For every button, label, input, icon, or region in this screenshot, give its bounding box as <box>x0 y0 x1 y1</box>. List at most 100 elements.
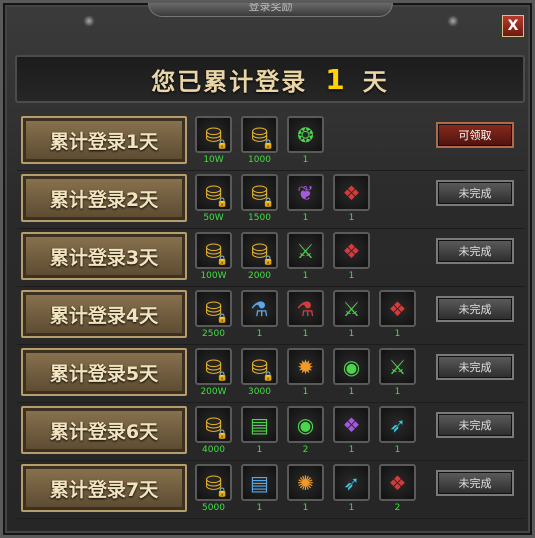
item-quantity: 3000 <box>248 387 271 397</box>
green-ticket-icon: ▤ <box>241 406 278 443</box>
reward-item[interactable]: ❦ 1 <box>287 174 324 224</box>
reward-items: ⛁ 🔒 10W ⛁ 🔒 1000 ❂ 1 <box>195 116 324 166</box>
reward-item[interactable]: ❂ 1 <box>287 116 324 166</box>
item-quantity: 10W <box>203 155 224 165</box>
day-label-plate: 累计登录5天 <box>21 348 187 396</box>
item-quantity: 1 <box>348 503 355 513</box>
green-sword-icon: ⚔ <box>287 232 324 269</box>
login-reward-window: 登录奖励 X 您已累计登录 1 天 累计登录1天 ⛁ 🔒 10W ⛁ 🔒 1000 ❂ 1 可领取… <box>0 0 535 538</box>
wings-icon: ❦ <box>287 174 324 211</box>
gold-ingot-icon: ⛁ 🔒 <box>195 406 232 443</box>
lock-icon: 🔒 <box>262 198 274 208</box>
reward-item[interactable]: ⛁ 🔒 5000 <box>195 464 232 514</box>
reward-item[interactable]: ❖ 1 <box>333 174 370 224</box>
reward-item[interactable]: ➶ 1 <box>379 406 416 456</box>
day-label: 累计登录4天 <box>49 304 159 327</box>
reward-item[interactable]: ❖ 1 <box>333 232 370 282</box>
item-quantity: 1 <box>256 445 263 455</box>
reward-row: 累计登录5天 ⛁ 🔒 200W ⛁ 🔒 3000 ✹ 1 ◉ 1 ⚔ 1 未完成 <box>17 345 525 403</box>
reward-item[interactable]: ◉ 1 <box>333 348 370 398</box>
rivet-icon <box>83 15 95 27</box>
reward-item[interactable]: ⛁ 🔒 200W <box>195 348 232 398</box>
reward-item[interactable]: ◉ 2 <box>287 406 324 456</box>
reward-row: 累计登录3天 ⛁ 🔒 100W ⛁ 🔒 2000 ⚔ 1 ❖ 1 未完成 <box>17 229 525 287</box>
incomplete-button[interactable]: 未完成 <box>436 412 514 438</box>
reward-item[interactable]: ▤ 1 <box>241 464 278 514</box>
item-quantity: 1 <box>302 387 309 397</box>
lock-icon: 🔒 <box>216 256 228 266</box>
reward-items: ⛁ 🔒 50W ⛁ 🔒 1500 ❦ 1 ❖ 1 <box>195 174 370 224</box>
incomplete-button[interactable]: 未完成 <box>436 180 514 206</box>
item-quantity: 2000 <box>248 271 271 281</box>
reward-item[interactable]: ⚔ 1 <box>379 348 416 398</box>
item-quantity: 1 <box>394 387 401 397</box>
item-quantity: 1 <box>302 271 309 281</box>
header-days-count: 1 <box>325 62 345 96</box>
reward-item[interactable]: ⛁ 🔒 2000 <box>241 232 278 282</box>
day-label: 累计登录3天 <box>49 246 159 269</box>
reward-item[interactable]: ❖ 2 <box>379 464 416 514</box>
window-title: 登录奖励 <box>148 3 393 17</box>
reward-item[interactable]: ⛁ 🔒 10W <box>195 116 232 166</box>
reward-item[interactable]: ✺ 1 <box>287 464 324 514</box>
day-label-plate: 累计登录4天 <box>21 290 187 338</box>
red-gem-icon: ❖ <box>333 232 370 269</box>
reward-items: ⛁ 🔒 2500 ⚗ 1 ⚗ 1 ⚔ 1 ❖ 1 <box>195 290 416 340</box>
gold-ingot-icon: ⛁ 🔒 <box>195 464 232 501</box>
gold-ingot-icon: ⛁ 🔒 <box>241 232 278 269</box>
red-gem-icon: ❖ <box>379 290 416 327</box>
reward-item[interactable]: ✹ 1 <box>287 348 324 398</box>
reward-item[interactable]: ⛁ 🔒 2500 <box>195 290 232 340</box>
gold-ingot-icon: ⛁ 🔒 <box>195 348 232 385</box>
reward-item[interactable]: ⛁ 🔒 1000 <box>241 116 278 166</box>
lock-icon: 🔒 <box>262 256 274 266</box>
item-quantity: 5000 <box>202 503 225 513</box>
close-button[interactable]: X <box>502 15 524 37</box>
day-label-plate: 累计登录3天 <box>21 232 187 280</box>
item-quantity: 1500 <box>248 213 271 223</box>
gold-ingot-icon: ⛁ 🔒 <box>195 174 232 211</box>
lock-icon: 🔒 <box>216 198 228 208</box>
lock-icon: 🔒 <box>216 488 228 498</box>
gold-ingot-icon: ⛁ 🔒 <box>195 290 232 327</box>
item-quantity: 200W <box>200 387 227 397</box>
gold-ingot-icon: ⛁ 🔒 <box>241 116 278 153</box>
day-label: 累计登录1天 <box>49 130 159 153</box>
item-quantity: 2 <box>302 445 309 455</box>
day-label: 累计登录6天 <box>49 420 159 443</box>
reward-item[interactable]: ❖ 1 <box>379 290 416 340</box>
incomplete-button[interactable]: 未完成 <box>436 296 514 322</box>
cyan-feather-icon: ➶ <box>333 464 370 501</box>
item-quantity: 1 <box>302 503 309 513</box>
day-label: 累计登录5天 <box>49 362 159 385</box>
reward-item[interactable]: ➶ 1 <box>333 464 370 514</box>
reward-item[interactable]: ⛁ 🔒 100W <box>195 232 232 282</box>
item-quantity: 1 <box>348 387 355 397</box>
gold-ingot-icon: ⛁ 🔒 <box>195 232 232 269</box>
red-gem-icon: ❖ <box>379 464 416 501</box>
reward-item[interactable]: ⛁ 🔒 4000 <box>195 406 232 456</box>
header-prefix: 您已累计登录 <box>151 67 308 96</box>
incomplete-button[interactable]: 未完成 <box>436 470 514 496</box>
reward-rows: 累计登录1天 ⛁ 🔒 10W ⛁ 🔒 1000 ❂ 1 可领取 累计登录2天 ⛁ 🔒 50W ⛁ 🔒 1500 ❦… <box>17 113 525 519</box>
reward-item[interactable]: ⛁ 🔒 3000 <box>241 348 278 398</box>
lock-icon: 🔒 <box>262 372 274 382</box>
reward-item[interactable]: ❖ 1 <box>333 406 370 456</box>
item-quantity: 1 <box>348 445 355 455</box>
blue-potion-icon: ⚗ <box>241 290 278 327</box>
claim-button[interactable]: 可领取 <box>436 122 514 148</box>
green-sword-icon: ⚔ <box>379 348 416 385</box>
reward-item[interactable]: ⚔ 1 <box>287 232 324 282</box>
reward-item[interactable]: ▤ 1 <box>241 406 278 456</box>
incomplete-button[interactable]: 未完成 <box>436 354 514 380</box>
reward-item[interactable]: ⛁ 🔒 1500 <box>241 174 278 224</box>
reward-item[interactable]: ⚗ 1 <box>241 290 278 340</box>
reward-item[interactable]: ⛁ 🔒 50W <box>195 174 232 224</box>
reward-item[interactable]: ⚔ 1 <box>333 290 370 340</box>
reward-row: 累计登录1天 ⛁ 🔒 10W ⛁ 🔒 1000 ❂ 1 可领取 <box>17 113 525 171</box>
reward-items: ⛁ 🔒 4000 ▤ 1 ◉ 2 ❖ 1 ➶ 1 <box>195 406 416 456</box>
incomplete-button[interactable]: 未完成 <box>436 238 514 264</box>
day-label: 累计登录2天 <box>49 188 159 211</box>
gold-ingot-icon: ⛁ 🔒 <box>241 174 278 211</box>
reward-item[interactable]: ⚗ 1 <box>287 290 324 340</box>
